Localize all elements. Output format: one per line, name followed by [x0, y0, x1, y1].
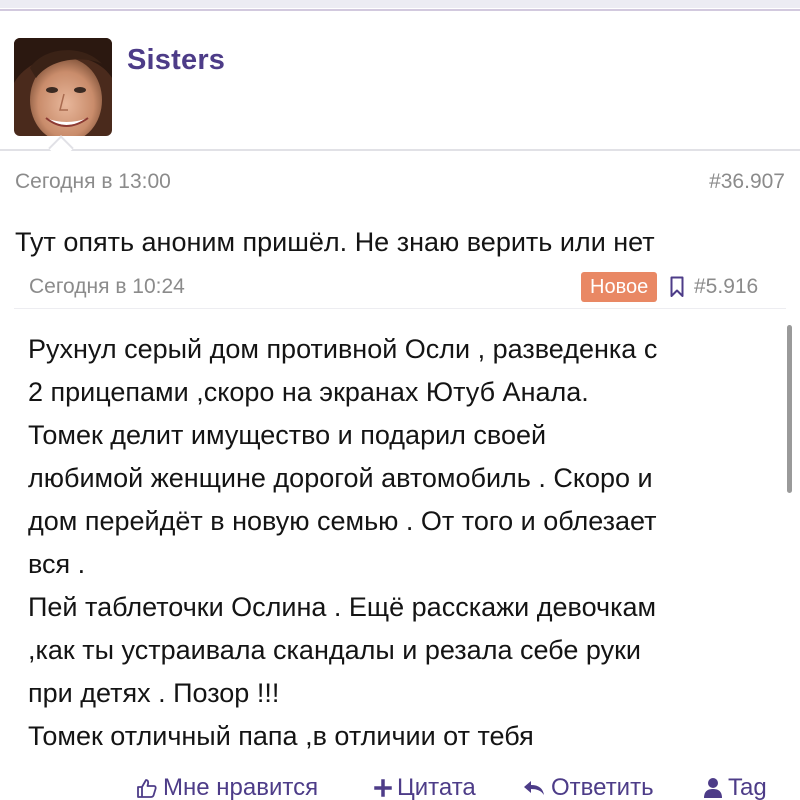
quote-line: 2 прицепами ,скоро на экранах Ютуб Анала… — [28, 377, 589, 407]
avatar[interactable] — [14, 38, 112, 136]
plus-icon — [374, 779, 392, 797]
reply-button[interactable]: Ответить — [522, 774, 654, 800]
quote-header: Сегодня в 10:24 Новое #5.916 — [14, 266, 786, 309]
quote-date[interactable]: Сегодня в 10:24 — [29, 275, 185, 299]
scrollbar[interactable] — [787, 325, 792, 493]
username[interactable]: Sisters — [127, 44, 225, 77]
page: Sisters Сегодня в 13:00 #36.907 Тут опят… — [0, 0, 800, 800]
top-strip — [0, 0, 800, 8]
quote-button[interactable]: Цитата — [374, 774, 476, 800]
new-badge: Новое — [581, 272, 658, 302]
quote-number[interactable]: #5.916 — [694, 275, 758, 299]
quote-line: при детях . Позор !!! — [28, 678, 280, 708]
quote-line: любимой женщине дорогой автомобиль . Ско… — [28, 463, 653, 493]
reply-label: Ответить — [551, 774, 654, 800]
quote-line: Томек делит имущество и подарил своей — [28, 420, 547, 450]
like-label: Мне нравится — [163, 774, 319, 800]
quote-line: Томек отличный папа ,в отличии от тебя — [28, 721, 534, 751]
header-divider — [0, 149, 800, 151]
post-text: Тут опять аноним пришёл. Не знаю верить … — [15, 227, 655, 257]
quote-label: Цитата — [397, 774, 476, 800]
tag-label: Tag — [728, 774, 767, 800]
quote-line: дом перейдёт в новую семью . От того и о… — [28, 506, 657, 536]
quote-line: Пей таблеточки Ослина . Ещё расскажи дев… — [28, 592, 657, 622]
quote-line: Рухнул серый дом противной Осли , развед… — [28, 334, 658, 364]
reply-arrow-icon — [524, 781, 544, 795]
like-button[interactable]: Мне нравится — [136, 774, 318, 800]
thumbs-up-icon — [137, 779, 157, 798]
bookmark-icon[interactable] — [670, 276, 684, 298]
post-date[interactable]: Сегодня в 13:00 — [15, 170, 171, 194]
quote-line: вся . — [28, 549, 86, 579]
header-notch — [48, 135, 74, 161]
tag-button[interactable]: Tag — [703, 774, 767, 800]
quote-block: Сегодня в 10:24 Новое #5.916 Рухнул серы… — [14, 266, 786, 800]
top-divider — [0, 9, 800, 11]
post-number[interactable]: #36.907 — [709, 170, 785, 194]
avatar-photo-icon — [14, 38, 112, 136]
quote-body: Рухнул серый дом противной Осли , развед… — [28, 328, 774, 758]
user-icon — [704, 778, 722, 798]
post-actions: Мне нравится Цитата Ответить Tag — [0, 774, 800, 800]
quote-line: ,как ты устраивала скандалы и резала себ… — [28, 635, 641, 665]
